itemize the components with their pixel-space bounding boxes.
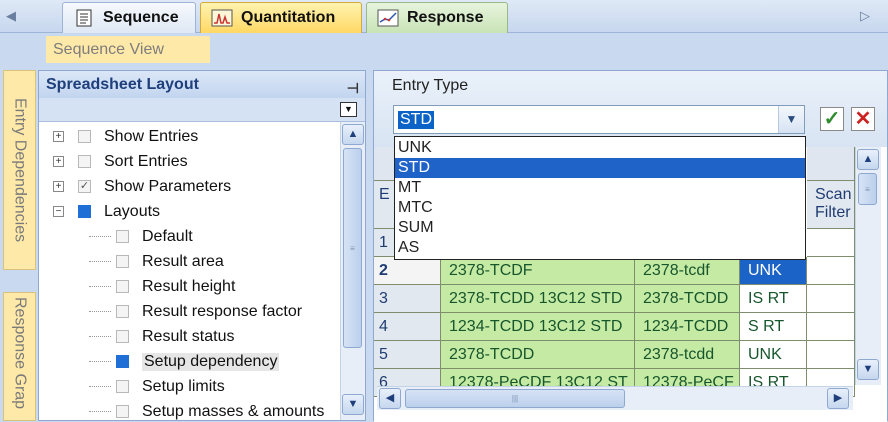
scroll-right-icon[interactable]: ▶ [827, 388, 849, 409]
grid-cell-type[interactable]: S RT [740, 313, 807, 341]
collapse-icon[interactable]: − [53, 206, 64, 217]
grid-cell-short-name[interactable]: 1234-TCDD [635, 313, 740, 341]
tab-response[interactable]: Response [366, 2, 508, 33]
checkbox-checked[interactable]: ✓ [78, 180, 91, 193]
tree-item-setup-limits[interactable]: Setup limits [89, 374, 225, 399]
entry-type-dropdown-list[interactable]: UNK STD MT MTC SUM AS [394, 136, 806, 260]
grid-horizontal-scrollbar[interactable]: ◀ ||| ▶ [377, 386, 853, 410]
grid-cell-name[interactable]: 1234-TCDD 13C12 STD [441, 313, 635, 341]
option-mtc[interactable]: MTC [395, 198, 805, 218]
checkbox[interactable] [116, 405, 129, 418]
tree-item-result-status[interactable]: Result status [89, 324, 234, 349]
response-chart-icon [377, 9, 399, 27]
scroll-up-icon[interactable]: ▲ [342, 124, 364, 145]
confirm-check-button[interactable]: ✓ [820, 107, 844, 131]
checkbox-partial[interactable] [78, 205, 91, 218]
cancel-x-button[interactable]: ✕ [851, 107, 875, 131]
checkbox[interactable] [78, 130, 91, 143]
row-header[interactable]: 3 [374, 285, 441, 313]
tab-sequence[interactable]: Sequence [62, 2, 196, 33]
tree-item-result-area[interactable]: Result area [89, 249, 224, 274]
column-header-scan-filter[interactable]: Scan Filter [807, 181, 855, 229]
option-mt[interactable]: MT [395, 178, 805, 198]
checkbox-selected[interactable] [116, 355, 129, 368]
scroll-thumb[interactable]: ≡ [343, 148, 362, 348]
checkbox[interactable] [116, 255, 129, 268]
scroll-thumb[interactable]: ||| [405, 389, 625, 408]
sequence-view-label[interactable]: Sequence View [46, 36, 210, 63]
chromatogram-icon [211, 9, 233, 27]
grid-cell-name[interactable]: 2378-TCDF [441, 257, 635, 285]
checkbox[interactable] [78, 155, 91, 168]
tree-item-result-height[interactable]: Result height [89, 274, 235, 299]
row-header[interactable]: 5 [374, 341, 441, 369]
panel-menu-dropdown-icon[interactable]: ▼ [340, 102, 357, 117]
scroll-left-icon[interactable]: ◀ [379, 388, 401, 409]
tab-quantitation-label: Quantitation [241, 9, 336, 26]
grid-cell-type[interactable]: UNK [740, 341, 807, 369]
tab-sequence-label: Sequence [103, 9, 179, 26]
row-header[interactable]: 2 [374, 257, 441, 285]
scroll-right-icon[interactable]: ▷ [858, 6, 872, 26]
chevron-down-icon[interactable]: ▼ [778, 106, 804, 133]
checkbox[interactable] [116, 380, 129, 393]
tree-item-show-parameters[interactable]: + ✓ Show Parameters [53, 174, 231, 199]
tab-response-label: Response [407, 9, 484, 26]
grid-vertical-scrollbar[interactable]: ▲ ≡ ▼ [855, 147, 881, 385]
grid-cell-name[interactable]: 2378-TCDD 13C12 STD [441, 285, 635, 313]
entry-type-label: Entry Type [392, 77, 469, 94]
panel-title-bar: Spreadsheet Layout ⊣ [39, 71, 365, 98]
option-unk[interactable]: UNK [395, 138, 805, 158]
option-as[interactable]: AS [395, 238, 805, 258]
tab-quantitation[interactable]: Quantitation [200, 2, 362, 33]
tree-item-layouts[interactable]: − Layouts [53, 199, 160, 224]
scroll-down-icon[interactable]: ▼ [342, 394, 364, 415]
scroll-left-icon[interactable]: ◀ [4, 6, 18, 26]
grid-cell-name[interactable]: 2378-TCDD [441, 341, 635, 369]
checkbox[interactable] [116, 305, 129, 318]
scroll-down-icon[interactable]: ▼ [857, 359, 879, 380]
document-tab-bar: ◀ Sequence Quantitation Response ▷ [0, 0, 888, 33]
panel-title: Spreadsheet Layout [46, 76, 199, 93]
checkbox[interactable] [116, 330, 129, 343]
side-tab-response-graph[interactable]: Response Grap [3, 292, 36, 421]
tree-item-setup-dependency[interactable]: Setup dependency [89, 349, 280, 374]
layout-tree: + Show Entries + Sort Entries + ✓ Show P… [39, 122, 339, 422]
tree-item-show-entries[interactable]: + Show Entries [53, 124, 198, 149]
row-header[interactable]: 4 [374, 313, 441, 341]
scroll-up-icon[interactable]: ▲ [857, 149, 879, 170]
expand-icon[interactable]: + [53, 181, 64, 192]
grid-cell-type[interactable]: IS RT [740, 285, 807, 313]
checkbox[interactable] [116, 230, 129, 243]
entry-type-value: STD [398, 111, 434, 129]
expand-icon[interactable]: + [53, 131, 64, 142]
expand-icon[interactable]: + [53, 156, 64, 167]
checkbox[interactable] [116, 280, 129, 293]
grid-cell-type[interactable]: UNK [740, 257, 807, 285]
grid-cell-short-name[interactable]: 2378-tcdd [635, 341, 740, 369]
side-tab-entry-dependencies[interactable]: Entry Dependencies [3, 70, 36, 270]
tree-item-setup-masses-amounts[interactable]: Setup masses & amounts [89, 399, 324, 422]
tree-item-default[interactable]: Default [89, 224, 193, 249]
scroll-thumb[interactable]: ≡ [858, 173, 877, 205]
option-sum[interactable]: SUM [395, 218, 805, 238]
document-icon [76, 9, 92, 27]
tree-item-sort-entries[interactable]: + Sort Entries [53, 149, 188, 174]
option-std[interactable]: STD [395, 158, 805, 178]
grid-cell-short-name[interactable]: 2378-tcdf [635, 257, 740, 285]
tree-item-result-response-factor[interactable]: Result response factor [89, 299, 302, 324]
entry-type-combobox[interactable]: STD ▼ [393, 105, 805, 134]
panel-toolbar: ▼ [39, 98, 365, 122]
grid-cell-short-name[interactable]: 2378-TCDD [635, 285, 740, 313]
spreadsheet-layout-panel: Spreadsheet Layout ⊣ ▼ + Show Entries + … [38, 70, 366, 421]
tree-vertical-scrollbar[interactable]: ▲ ≡ ▼ [340, 122, 365, 420]
